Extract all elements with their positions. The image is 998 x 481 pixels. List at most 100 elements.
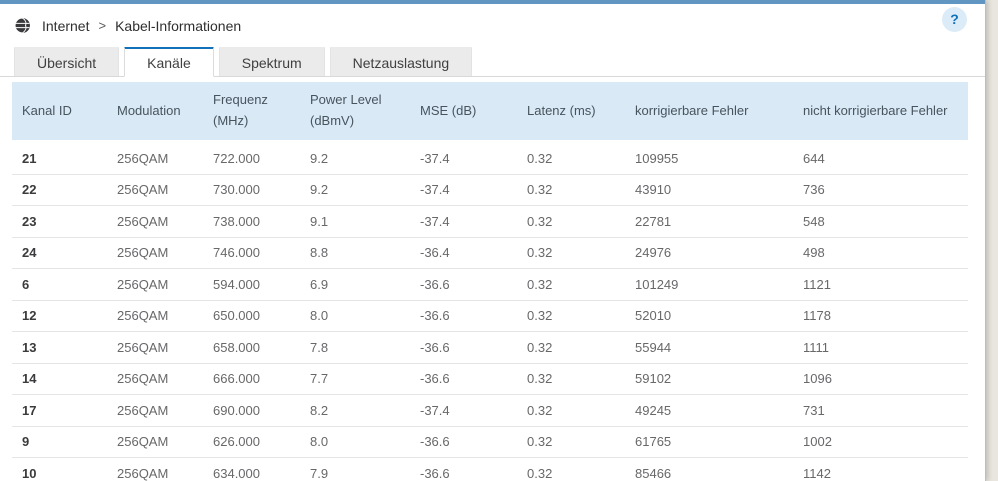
cell: 9.2	[310, 150, 329, 166]
cell: 1096	[803, 371, 832, 387]
cell: 0.32	[527, 276, 553, 292]
cell: 626.000	[213, 434, 260, 450]
cell: 6	[22, 276, 30, 292]
cell: 8.8	[310, 245, 329, 261]
cell: 59102	[635, 371, 672, 387]
cell: 690.000	[213, 402, 260, 418]
cell: 658.000	[213, 339, 260, 355]
tab-bar: Übersicht Kanäle Spektrum Netzauslastung	[0, 46, 985, 77]
column-header: Frequenz (MHz)	[213, 92, 268, 128]
cell: 22	[22, 182, 37, 198]
column-header: nicht korrigierbare Fehler	[803, 102, 948, 118]
tab-spektrum[interactable]: Spektrum	[218, 46, 325, 76]
cell: 634.000	[213, 465, 260, 481]
cell: 666.000	[213, 371, 260, 387]
cell: 101249	[635, 276, 679, 292]
cell: 256QAM	[117, 371, 169, 387]
column-header: Latenz (ms)	[527, 102, 596, 118]
breadcrumb-kabel-informationen: Kabel-Informationen	[115, 17, 242, 34]
help-button[interactable]: ?	[942, 7, 967, 32]
cell: 0.32	[527, 465, 553, 481]
cell: 594.000	[213, 276, 260, 292]
cell: 256QAM	[117, 245, 169, 261]
cell: 736	[803, 182, 825, 198]
page: Internet > Kabel-Informationen ? Übersic…	[0, 0, 998, 481]
column-header: korrigierbare Fehler	[635, 102, 749, 118]
cell: 9.2	[310, 182, 329, 198]
page-header: Internet > Kabel-Informationen ?	[0, 4, 985, 47]
cell: 55944	[635, 339, 672, 355]
tab-kanaele[interactable]: Kanäle	[124, 46, 214, 77]
cell: 0.32	[527, 371, 553, 387]
cell: 10	[22, 465, 37, 481]
cell: 746.000	[213, 245, 260, 261]
cell: 256QAM	[117, 402, 169, 418]
cell: 0.32	[527, 308, 553, 324]
cell: 256QAM	[117, 276, 169, 292]
cell: 498	[803, 245, 825, 261]
tab-uebersicht[interactable]: Übersicht	[14, 46, 120, 76]
cell: 0.32	[527, 402, 553, 418]
cell: 13	[22, 339, 37, 355]
cell: 52010	[635, 308, 672, 324]
cell: -36.4	[420, 245, 450, 261]
cell: 1121	[803, 276, 831, 292]
cell: 0.32	[527, 213, 553, 229]
cell: 256QAM	[117, 339, 169, 355]
cell: 8.0	[310, 434, 329, 450]
cell: 1142	[803, 465, 831, 481]
cell: 1002	[803, 434, 832, 450]
cell: 1111	[803, 339, 830, 355]
table-body: 21 256QAM 722.000 9.2 -37.4 0.32 109955 644 22 25…	[12, 140, 968, 481]
cell: -37.4	[420, 402, 450, 418]
table-row: 6 256QAM 594.000 6.9 -36.6 0.32 101249 1121	[12, 269, 968, 301]
table-row: 21 256QAM 722.000 9.2 -37.4 0.32 109955 644	[12, 143, 968, 175]
cell: 7.8	[310, 339, 329, 355]
table-row: 9 256QAM 626.000 8.0 -36.6 0.32 61765 1002	[12, 426, 968, 458]
column-header: Kanal ID	[22, 102, 72, 118]
cell: 61765	[635, 434, 672, 450]
cell: 256QAM	[117, 434, 169, 450]
cell: 109955	[635, 150, 679, 166]
cell: -36.6	[420, 465, 450, 481]
cell: 256QAM	[117, 182, 169, 198]
table-row: 13 256QAM 658.000 7.8 -36.6 0.32 55944 1111	[12, 332, 968, 364]
cell: 24976	[635, 245, 672, 261]
cell: 6.9	[310, 276, 329, 292]
channels-table: Kanal ID Modulation Frequenz (MHz) Power Le…	[12, 82, 968, 481]
cell: 0.32	[527, 150, 553, 166]
cell: -37.4	[420, 182, 450, 198]
cell: -36.6	[420, 308, 450, 324]
cell: 731	[803, 402, 825, 418]
tab-netzauslastung[interactable]: Netzauslastung	[329, 46, 473, 76]
table-row: 24 256QAM 746.000 8.8 -36.4 0.32 24976 498	[12, 237, 968, 269]
cell: 8.2	[310, 402, 329, 418]
cell: 722.000	[213, 150, 260, 166]
cell: 256QAM	[117, 308, 169, 324]
cell: 0.32	[527, 245, 553, 261]
cell: 8.0	[310, 308, 329, 324]
column-header: Modulation	[117, 102, 181, 118]
table-row: 22 256QAM 730.000 9.2 -37.4 0.32 43910 736	[12, 174, 968, 206]
globe-icon	[14, 17, 31, 34]
cell: 730.000	[213, 182, 260, 198]
table-row: 14 256QAM 666.000 7.7 -36.6 0.32 59102 1096	[12, 363, 968, 395]
cell: 14	[22, 371, 37, 387]
table-header-row: Kanal ID Modulation Frequenz (MHz) Power Le…	[12, 82, 968, 140]
column-header: Power Level (dBmV)	[310, 92, 382, 128]
cell: 1178	[803, 308, 831, 324]
router-admin-window: Internet > Kabel-Informationen ? Übersic…	[0, 0, 986, 481]
cell: 23	[22, 213, 37, 229]
breadcrumb-internet[interactable]: Internet	[42, 18, 89, 34]
cell: 43910	[635, 182, 672, 198]
cell: 12	[22, 308, 37, 324]
cell: -37.4	[420, 213, 450, 229]
cell: 17	[22, 402, 37, 418]
cell: 256QAM	[117, 213, 169, 229]
cell: -37.4	[420, 150, 450, 166]
cell: 0.32	[527, 339, 553, 355]
cell: 21	[22, 150, 37, 166]
cell: 22781	[635, 213, 672, 229]
cell: 650.000	[213, 308, 260, 324]
table-row: 12 256QAM 650.000 8.0 -36.6 0.32 52010 1178	[12, 300, 968, 332]
